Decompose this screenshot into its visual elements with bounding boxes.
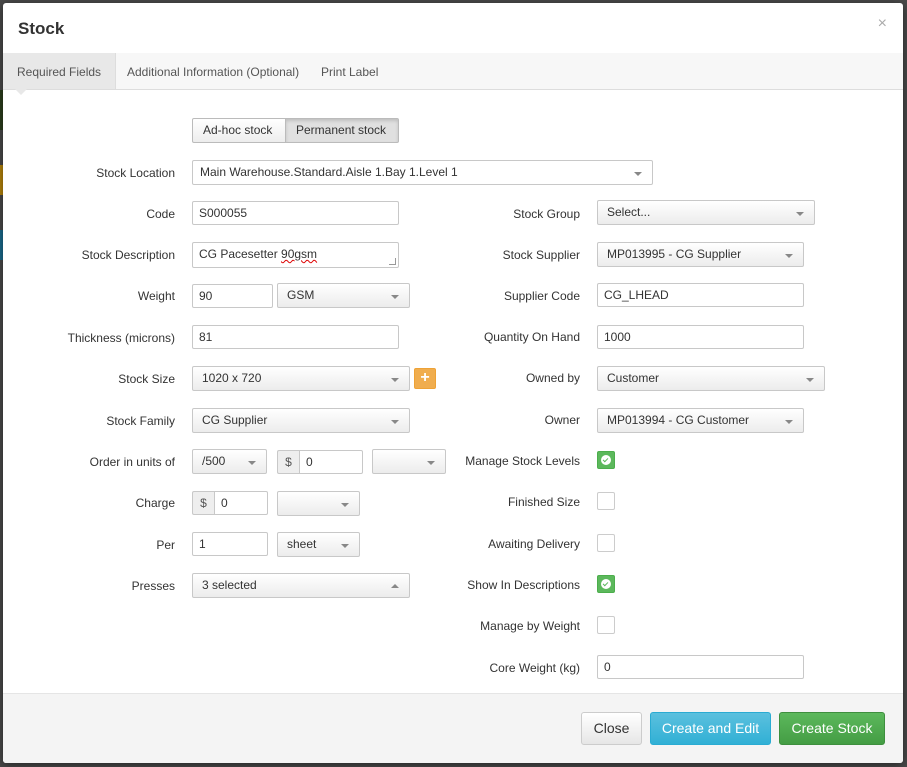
stock-group-label: Stock Group [513, 207, 580, 221]
owned-by-label: Owned by [525, 371, 580, 385]
supplier-code-label: Supplier Code [503, 289, 580, 303]
core-weight-input[interactable]: 0 [597, 655, 804, 679]
tab-print-label[interactable]: Print Label [307, 53, 392, 89]
chevron-down-icon [785, 254, 793, 258]
chevron-down-icon [785, 420, 793, 424]
weight-unit-select[interactable]: GSM [277, 283, 410, 308]
owner-select[interactable]: MP013994 - CG Customer [597, 408, 804, 433]
resize-handle-icon[interactable] [389, 258, 396, 265]
per-amount-input[interactable]: 1 [192, 532, 268, 556]
weight-label: Weight [137, 289, 175, 303]
close-button[interactable]: Close [581, 712, 642, 745]
awaiting-delivery-checkbox[interactable] [597, 534, 615, 552]
stock-group-select[interactable]: Select... [597, 200, 815, 225]
manage-by-weight-checkbox[interactable] [597, 616, 615, 634]
stock-size-select[interactable]: 1020 x 720 [192, 366, 410, 391]
create-and-edit-button[interactable]: Create and Edit [650, 712, 771, 745]
per-unit-value: sheet [287, 537, 317, 551]
chevron-up-icon [391, 584, 399, 588]
order-units-value: /500 [202, 454, 226, 468]
adhoc-stock-toggle[interactable]: Ad-hoc stock [192, 118, 286, 143]
chevron-down-icon [341, 503, 349, 507]
modal-header: Stock × [3, 3, 903, 54]
check-icon [601, 455, 611, 465]
tab-required-fields[interactable]: Required Fields [3, 53, 117, 95]
chevron-down-icon [796, 212, 804, 216]
stock-size-value: 1020 x 720 [202, 371, 262, 385]
stock-supplier-select[interactable]: MP013995 - CG Supplier [597, 242, 804, 267]
charge-amount-input[interactable]: 0 [214, 491, 268, 515]
order-units-select[interactable]: /500 [192, 449, 267, 474]
stock-modal: Stock × Required Fields Additional Infor… [3, 3, 903, 763]
permanent-stock-toggle[interactable]: Permanent stock [285, 118, 399, 143]
owned-by-select[interactable]: Customer [597, 366, 825, 391]
check-icon [601, 579, 611, 589]
code-input[interactable]: S000055 [192, 201, 399, 225]
modal-footer: Close Create and Edit Create Stock [3, 693, 903, 763]
stock-supplier-value: MP013995 - CG Supplier [607, 247, 742, 261]
supplier-code-input[interactable]: CG_LHEAD [597, 283, 804, 307]
stock-size-label: Stock Size [118, 372, 175, 386]
per-label: Per [156, 538, 175, 552]
stock-location-label: Stock Location [96, 166, 175, 180]
manage-by-weight-label: Manage by Weight [480, 619, 580, 633]
chevron-down-icon [341, 544, 349, 548]
stock-family-select[interactable]: CG Supplier [192, 408, 410, 433]
charge-extra-select[interactable] [277, 491, 360, 516]
owner-label: Owner [544, 413, 580, 427]
chevron-down-icon [634, 172, 642, 176]
presses-select[interactable]: 3 selected [192, 573, 410, 598]
chevron-down-icon [806, 378, 814, 382]
per-unit-select[interactable]: sheet [277, 532, 360, 557]
order-amount-input[interactable]: 0 [299, 450, 363, 474]
stock-description-textarea[interactable]: CG Pacesetter 90gsm [192, 242, 399, 268]
chevron-down-icon [391, 295, 399, 299]
presses-label: Presses [131, 579, 175, 593]
thickness-input[interactable]: 81 [192, 325, 399, 349]
stock-description-misspelled: 90gsm [281, 247, 318, 261]
manage-stock-levels-checkbox[interactable] [597, 451, 615, 469]
stock-description-text: CG Pacesetter [199, 247, 282, 261]
order-units-label: Order in units of [89, 455, 175, 469]
finished-size-checkbox[interactable] [597, 492, 615, 510]
tab-bar: Required Fields Additional Information (… [3, 53, 903, 95]
show-in-descriptions-checkbox[interactable] [597, 575, 615, 593]
close-icon[interactable]: × [878, 15, 887, 33]
chevron-down-icon [248, 461, 256, 465]
tab-additional-information[interactable]: Additional Information (Optional) [113, 53, 313, 89]
charge-currency-addon: $ [192, 491, 214, 515]
weight-input[interactable]: 90 [192, 284, 273, 308]
chevron-down-icon [391, 378, 399, 382]
quantity-on-hand-input[interactable]: 1000 [597, 325, 804, 349]
stock-family-value: CG Supplier [202, 413, 268, 427]
create-stock-button[interactable]: Create Stock [779, 712, 885, 745]
stock-location-select[interactable]: Main Warehouse.Standard.Aisle 1.Bay 1.Le… [192, 160, 653, 185]
weight-unit-value: GSM [287, 288, 315, 302]
manage-stock-levels-label: Manage Stock Levels [465, 454, 580, 468]
modal-body: Ad-hoc stock Permanent stock Stock Locat… [3, 90, 903, 693]
stock-location-value: Main Warehouse.Standard.Aisle 1.Bay 1.Le… [200, 165, 458, 179]
quantity-on-hand-label: Quantity On Hand [483, 330, 580, 344]
presses-value: 3 selected [202, 578, 257, 592]
stock-group-value: Select... [607, 205, 651, 219]
owner-value: MP013994 - CG Customer [607, 413, 750, 427]
stock-supplier-label: Stock Supplier [502, 248, 580, 262]
chevron-down-icon [391, 420, 399, 424]
thickness-label: Thickness (microns) [67, 331, 175, 345]
charge-label: Charge [135, 496, 175, 510]
owned-by-value: Customer [607, 371, 660, 385]
stock-description-label: Stock Description [81, 248, 175, 262]
finished-size-label: Finished Size [507, 495, 580, 509]
code-label: Code [146, 207, 175, 221]
modal-title: Stock [18, 19, 65, 38]
order-currency-addon: $ [277, 450, 299, 474]
core-weight-label: Core Weight (kg) [489, 661, 580, 675]
awaiting-delivery-label: Awaiting Delivery [488, 537, 580, 551]
stock-family-label: Stock Family [106, 414, 175, 428]
show-in-descriptions-label: Show In Descriptions [467, 578, 580, 592]
